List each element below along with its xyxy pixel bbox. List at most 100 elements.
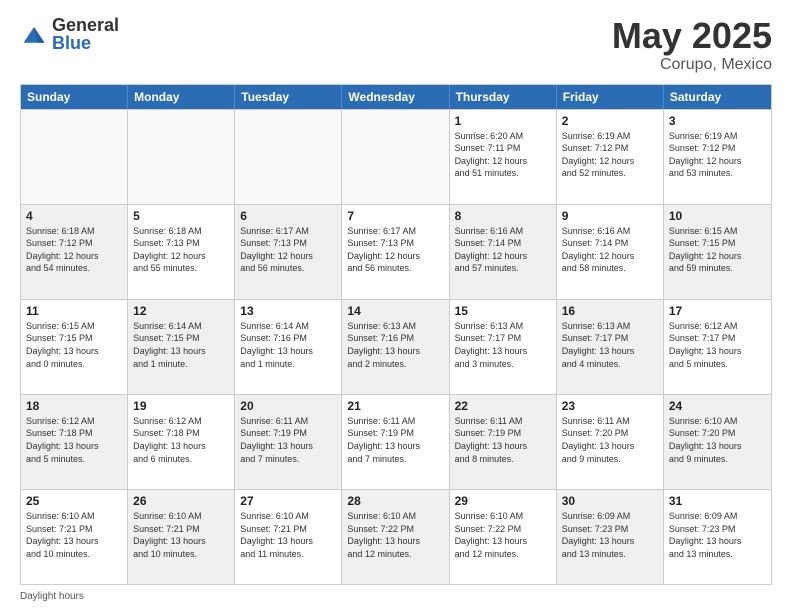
day-number: 20	[240, 399, 336, 413]
calendar-cell: 25 Sunrise: 6:10 AM Sunset: 7:21 PM Dayli…	[21, 490, 128, 584]
calendar-row: 18 Sunrise: 6:12 AM Sunset: 7:18 PM Dayli…	[21, 394, 771, 489]
cell-info: Sunrise: 6:15 AM Sunset: 7:15 PM Dayligh…	[669, 225, 766, 275]
cal-header-day: Wednesday	[342, 85, 449, 109]
calendar-header: SundayMondayTuesdayWednesdayThursdayFrid…	[21, 85, 771, 109]
cell-info: Sunrise: 6:10 AM Sunset: 7:21 PM Dayligh…	[26, 510, 122, 560]
header: General Blue May 2025 Corupo, Mexico	[20, 16, 772, 74]
cell-info: Sunrise: 6:20 AM Sunset: 7:11 PM Dayligh…	[455, 130, 551, 180]
footer-text: Daylight hours	[20, 591, 84, 602]
calendar-cell: 6Sunrise: 6:17 AM Sunset: 7:13 PM Daylig…	[235, 205, 342, 299]
calendar-row: 1 Sunrise: 6:20 AM Sunset: 7:11 PM Daylig…	[21, 109, 771, 204]
calendar-cell: 17 Sunrise: 6:12 AM Sunset: 7:17 PM Dayli…	[664, 300, 771, 394]
day-number: 4	[26, 209, 122, 223]
cell-info: Sunrise: 6:17 AM Sunset: 7:13 PM Dayligh…	[240, 225, 336, 275]
calendar-cell: 30 Sunrise: 6:09 AM Sunset: 7:23 PM Dayli…	[557, 490, 664, 584]
cal-header-day: Sunday	[21, 85, 128, 109]
cal-header-day: Tuesday	[235, 85, 342, 109]
cell-info: Sunrise: 6:09 AM Sunset: 7:23 PM Dayligh…	[562, 510, 658, 560]
day-number: 11	[26, 304, 122, 318]
calendar-cell: 16 Sunrise: 6:13 AM Sunset: 7:17 PM Dayli…	[557, 300, 664, 394]
calendar-cell: 9Sunrise: 6:16 AM Sunset: 7:14 PM Daylig…	[557, 205, 664, 299]
day-number: 5	[133, 209, 229, 223]
cell-info: Sunrise: 6:10 AM Sunset: 7:20 PM Dayligh…	[669, 415, 766, 465]
cell-info: Sunrise: 6:12 AM Sunset: 7:17 PM Dayligh…	[669, 320, 766, 370]
cell-info: Sunrise: 6:13 AM Sunset: 7:17 PM Dayligh…	[562, 320, 658, 370]
day-number: 8	[455, 209, 551, 223]
day-number: 27	[240, 494, 336, 508]
calendar-cell	[21, 110, 128, 204]
cal-header-day: Monday	[128, 85, 235, 109]
day-number: 13	[240, 304, 336, 318]
cell-info: Sunrise: 6:19 AM Sunset: 7:12 PM Dayligh…	[669, 130, 766, 180]
calendar-cell	[128, 110, 235, 204]
cal-header-day: Thursday	[450, 85, 557, 109]
cell-info: Sunrise: 6:11 AM Sunset: 7:19 PM Dayligh…	[347, 415, 443, 465]
day-number: 10	[669, 209, 766, 223]
day-number: 7	[347, 209, 443, 223]
cell-info: Sunrise: 6:12 AM Sunset: 7:18 PM Dayligh…	[133, 415, 229, 465]
calendar-cell	[235, 110, 342, 204]
calendar-cell: 3 Sunrise: 6:19 AM Sunset: 7:12 PM Daylig…	[664, 110, 771, 204]
calendar-cell: 22Sunrise: 6:11 AM Sunset: 7:19 PM Dayli…	[450, 395, 557, 489]
day-number: 19	[133, 399, 229, 413]
calendar-cell: 10 Sunrise: 6:15 AM Sunset: 7:15 PM Dayli…	[664, 205, 771, 299]
calendar-cell: 24Sunrise: 6:10 AM Sunset: 7:20 PM Dayli…	[664, 395, 771, 489]
calendar-cell: 21 Sunrise: 6:11 AM Sunset: 7:19 PM Dayli…	[342, 395, 449, 489]
day-number: 3	[669, 114, 766, 128]
calendar-cell: 26 Sunrise: 6:10 AM Sunset: 7:21 PM Dayli…	[128, 490, 235, 584]
cell-info: Sunrise: 6:13 AM Sunset: 7:16 PM Dayligh…	[347, 320, 443, 370]
footer: Daylight hours	[20, 591, 772, 602]
calendar-cell: 11Sunrise: 6:15 AM Sunset: 7:15 PM Dayli…	[21, 300, 128, 394]
day-number: 26	[133, 494, 229, 508]
calendar-cell: 31 Sunrise: 6:09 AM Sunset: 7:23 PM Dayli…	[664, 490, 771, 584]
calendar-cell: 1 Sunrise: 6:20 AM Sunset: 7:11 PM Daylig…	[450, 110, 557, 204]
cell-info: Sunrise: 6:18 AM Sunset: 7:13 PM Dayligh…	[133, 225, 229, 275]
cal-header-day: Friday	[557, 85, 664, 109]
logo-blue-text: Blue	[52, 34, 119, 52]
calendar-cell: 29Sunrise: 6:10 AM Sunset: 7:22 PM Dayli…	[450, 490, 557, 584]
cal-header-day: Saturday	[664, 85, 771, 109]
calendar-cell: 5 Sunrise: 6:18 AM Sunset: 7:13 PM Daylig…	[128, 205, 235, 299]
calendar-cell: 23 Sunrise: 6:11 AM Sunset: 7:20 PM Dayli…	[557, 395, 664, 489]
calendar-row: 25 Sunrise: 6:10 AM Sunset: 7:21 PM Dayli…	[21, 489, 771, 584]
day-number: 22	[455, 399, 551, 413]
calendar-body: 1 Sunrise: 6:20 AM Sunset: 7:11 PM Daylig…	[21, 109, 771, 584]
calendar-cell: 28Sunrise: 6:10 AM Sunset: 7:22 PM Dayli…	[342, 490, 449, 584]
day-number: 29	[455, 494, 551, 508]
calendar-cell: 18Sunrise: 6:12 AM Sunset: 7:18 PM Dayli…	[21, 395, 128, 489]
day-number: 21	[347, 399, 443, 413]
calendar-row: 4Sunrise: 6:18 AM Sunset: 7:12 PM Daylig…	[21, 204, 771, 299]
cell-info: Sunrise: 6:19 AM Sunset: 7:12 PM Dayligh…	[562, 130, 658, 180]
main-title: May 2025	[612, 16, 772, 56]
title-block: May 2025 Corupo, Mexico	[612, 16, 772, 74]
cell-info: Sunrise: 6:11 AM Sunset: 7:19 PM Dayligh…	[240, 415, 336, 465]
day-number: 18	[26, 399, 122, 413]
day-number: 1	[455, 114, 551, 128]
day-number: 31	[669, 494, 766, 508]
calendar-cell: 15Sunrise: 6:13 AM Sunset: 7:17 PM Dayli…	[450, 300, 557, 394]
day-number: 25	[26, 494, 122, 508]
calendar: SundayMondayTuesdayWednesdayThursdayFrid…	[20, 84, 772, 585]
day-number: 17	[669, 304, 766, 318]
day-number: 30	[562, 494, 658, 508]
calendar-cell: 2 Sunrise: 6:19 AM Sunset: 7:12 PM Daylig…	[557, 110, 664, 204]
calendar-cell: 13 Sunrise: 6:14 AM Sunset: 7:16 PM Dayli…	[235, 300, 342, 394]
logo-general-text: General	[52, 16, 119, 34]
cell-info: Sunrise: 6:11 AM Sunset: 7:20 PM Dayligh…	[562, 415, 658, 465]
logo-icon	[20, 20, 48, 48]
day-number: 23	[562, 399, 658, 413]
logo: General Blue	[20, 16, 119, 52]
calendar-cell: 12Sunrise: 6:14 AM Sunset: 7:15 PM Dayli…	[128, 300, 235, 394]
cell-info: Sunrise: 6:10 AM Sunset: 7:21 PM Dayligh…	[133, 510, 229, 560]
cell-info: Sunrise: 6:09 AM Sunset: 7:23 PM Dayligh…	[669, 510, 766, 560]
day-number: 9	[562, 209, 658, 223]
cell-info: Sunrise: 6:16 AM Sunset: 7:14 PM Dayligh…	[455, 225, 551, 275]
cell-info: Sunrise: 6:10 AM Sunset: 7:22 PM Dayligh…	[347, 510, 443, 560]
logo-text: General Blue	[52, 16, 119, 52]
calendar-cell: 4Sunrise: 6:18 AM Sunset: 7:12 PM Daylig…	[21, 205, 128, 299]
day-number: 16	[562, 304, 658, 318]
cell-info: Sunrise: 6:10 AM Sunset: 7:21 PM Dayligh…	[240, 510, 336, 560]
calendar-cell: 7Sunrise: 6:17 AM Sunset: 7:13 PM Daylig…	[342, 205, 449, 299]
day-number: 2	[562, 114, 658, 128]
cell-info: Sunrise: 6:14 AM Sunset: 7:16 PM Dayligh…	[240, 320, 336, 370]
